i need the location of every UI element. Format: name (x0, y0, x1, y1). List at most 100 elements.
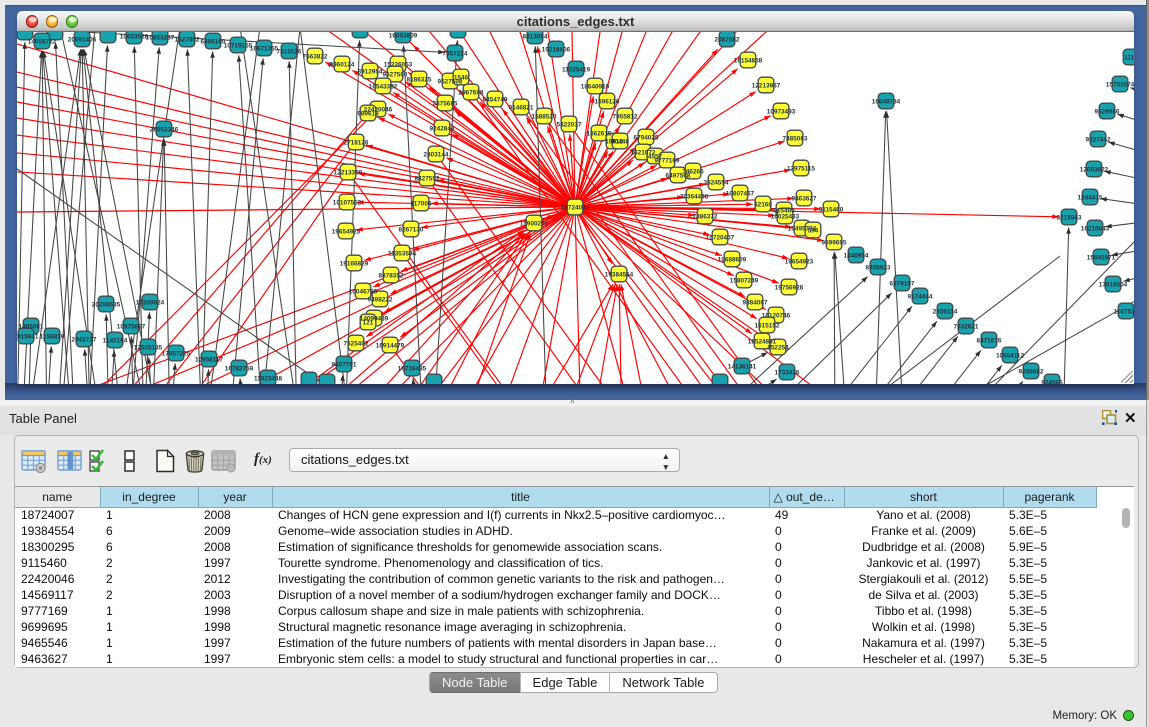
svg-text:12093822: 12093822 (1080, 166, 1109, 173)
svg-text:2942737: 2942737 (72, 336, 97, 343)
svg-text:9527500: 9527500 (383, 71, 408, 78)
svg-text:9699695: 9699695 (822, 239, 847, 246)
svg-text:16154808: 16154808 (734, 57, 763, 64)
svg-text:10719155: 10719155 (224, 42, 253, 49)
svg-text:6794028: 6794028 (634, 134, 659, 141)
svg-text:8454749: 8454749 (483, 96, 508, 103)
svg-text:9146821: 9146821 (509, 104, 534, 111)
svg-text:8186325: 8186325 (407, 76, 432, 83)
svg-text:594: 594 (808, 227, 819, 234)
svg-text:9960124: 9960124 (330, 61, 355, 68)
svg-text:7663822: 7663822 (303, 53, 328, 60)
svg-text:2803144: 2803144 (424, 151, 449, 158)
svg-text:10653528: 10653528 (120, 33, 149, 40)
svg-text:1733426: 1733426 (775, 369, 800, 376)
svg-text:10654112: 10654112 (996, 352, 1025, 359)
svg-text:9463627: 9463627 (792, 195, 817, 202)
svg-text:12213369: 12213369 (334, 169, 363, 176)
svg-text:8267130: 8267130 (399, 226, 424, 233)
svg-text:2718126: 2718126 (344, 139, 369, 146)
svg-text:10025433: 10025433 (771, 213, 800, 220)
svg-text:2967608: 2967608 (459, 89, 484, 96)
svg-text:2087682: 2087682 (715, 36, 740, 43)
svg-text:19384554: 19384554 (605, 271, 634, 278)
svg-text:15751074: 15751074 (1106, 81, 1134, 88)
svg-text:8938923: 8938923 (866, 264, 891, 271)
svg-text:19716485: 19716485 (398, 365, 427, 372)
svg-text:8471676: 8471676 (977, 337, 1002, 344)
svg-text:1485061: 1485061 (19, 323, 44, 330)
svg-text:1615152: 1615152 (755, 322, 780, 329)
svg-text:12213967: 12213967 (752, 82, 781, 89)
svg-text:121: 121 (363, 319, 374, 326)
svg-text:10958117: 10958117 (195, 356, 224, 363)
svg-text:3375685: 3375685 (433, 100, 458, 107)
svg-text:9498222: 9498222 (368, 296, 393, 303)
svg-text:9174444: 9174444 (908, 293, 933, 300)
svg-text:117006: 117006 (411, 200, 432, 207)
svg-text:1156819: 1156819 (40, 333, 65, 340)
svg-text:8427552: 8427552 (415, 175, 440, 182)
svg-text:1145194: 1145194 (103, 337, 128, 344)
svg-text:11923448: 11923448 (254, 375, 283, 382)
svg-text:17016504: 17016504 (1099, 281, 1128, 288)
svg-text:6466160: 6466160 (201, 38, 226, 45)
svg-text:8878352: 8878352 (379, 272, 404, 279)
svg-text:10973493: 10973493 (767, 108, 796, 115)
svg-text:924565: 924565 (1041, 379, 1063, 384)
svg-text:1362615: 1362615 (587, 130, 612, 137)
svg-text:18724007: 18724007 (561, 204, 590, 211)
svg-text:10807467: 10807467 (726, 190, 755, 197)
svg-text:11325419: 11325419 (562, 66, 591, 73)
svg-text:8813054: 8813054 (523, 33, 548, 40)
svg-text:9227342: 9227342 (1086, 136, 1111, 143)
svg-text:3624554: 3624554 (704, 179, 729, 186)
svg-text:15720407: 15720407 (706, 234, 735, 241)
svg-text:7625402: 7625402 (344, 340, 369, 347)
svg-text:62160: 62160 (754, 201, 772, 208)
svg-text:9115460: 9115460 (819, 206, 844, 213)
svg-text:19756928: 19756928 (775, 284, 804, 291)
svg-text:9657791: 9657791 (332, 361, 357, 368)
svg-text:1244415: 1244415 (1078, 194, 1103, 201)
svg-text:20206535: 20206535 (92, 301, 121, 308)
svg-text:20691406: 20691406 (68, 36, 97, 43)
svg-text:16671355: 16671355 (250, 45, 279, 52)
svg-text:19654923: 19654923 (785, 258, 814, 265)
svg-text:1112: 1112 (1124, 54, 1134, 61)
svg-text:9529966: 9529966 (1095, 108, 1120, 115)
svg-text:9245652: 9245652 (1019, 368, 1044, 375)
svg-text:252254: 252254 (767, 344, 789, 351)
svg-text:19218506: 19218506 (542, 46, 571, 53)
svg-text:9242848: 9242848 (430, 125, 455, 132)
svg-text:16914479: 16914479 (376, 342, 405, 349)
svg-text:7386372: 7386372 (693, 213, 718, 220)
svg-text:19166829: 19166829 (340, 260, 369, 267)
svg-text:15807249: 15807249 (730, 277, 759, 284)
svg-text:1440954: 1440954 (844, 252, 869, 259)
svg-text:16648784: 16648784 (872, 98, 901, 105)
svg-text:6379197: 6379197 (890, 280, 915, 287)
svg-text:26053346: 26053346 (150, 126, 179, 133)
svg-text:14055712: 14055712 (28, 38, 57, 45)
svg-text:16210643: 16210643 (1081, 225, 1110, 232)
svg-text:10107552: 10107552 (333, 199, 362, 206)
svg-text:16053809: 16053809 (389, 32, 418, 39)
svg-text:8215953: 8215953 (1057, 214, 1082, 221)
svg-text:6497568: 6497568 (666, 172, 691, 179)
svg-text:18640910: 18640910 (581, 83, 610, 90)
svg-text:1696126: 1696126 (595, 98, 620, 105)
svg-text:15692971: 15692971 (1087, 254, 1116, 261)
svg-text:8912954: 8912954 (358, 68, 383, 75)
svg-text:17957225: 17957225 (162, 350, 191, 357)
svg-text:7515526: 7515526 (277, 48, 302, 55)
svg-text:7955812: 7955812 (613, 113, 638, 120)
svg-text:14136141: 14136141 (728, 363, 757, 370)
svg-text:7485063: 7485063 (783, 135, 808, 142)
svg-text:989618: 989618 (357, 110, 379, 117)
svg-text:10046796: 10046796 (349, 288, 378, 295)
svg-text:16782759: 16782759 (225, 365, 254, 372)
svg-text:19654925: 19654925 (332, 228, 361, 235)
svg-text:9884067: 9884067 (743, 299, 768, 306)
svg-text:15900295: 15900295 (520, 220, 549, 227)
